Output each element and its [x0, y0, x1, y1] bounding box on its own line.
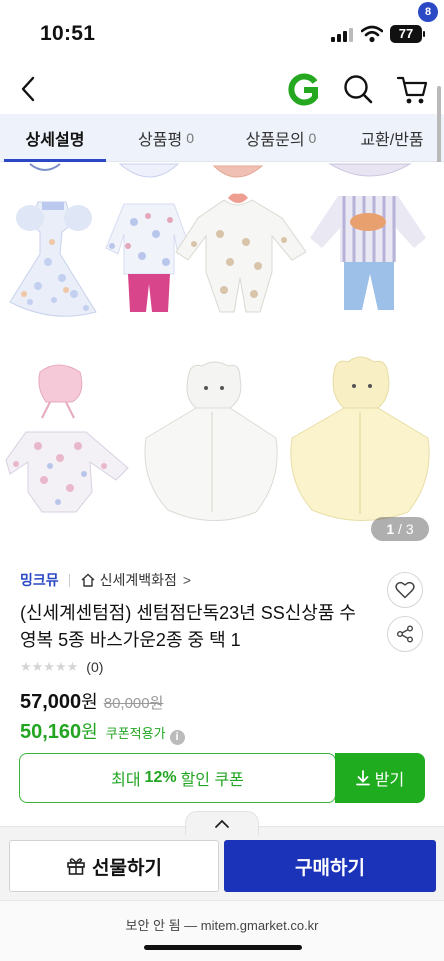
product-image-gallery[interactable] — [0, 162, 444, 548]
back-arrow-icon[interactable] — [14, 74, 44, 104]
tab-exchange-return-label: 교환/반품 — [360, 131, 424, 149]
tab-details-label: 상세설명 — [25, 131, 85, 149]
gift-button-label: 선물하기 — [92, 857, 162, 879]
store-name-link[interactable]: 신세계백화점 — [100, 570, 177, 590]
image-total-count: 3 — [405, 521, 414, 537]
store-house-icon — [81, 573, 95, 587]
store-chevron-icon: > — [182, 572, 192, 588]
coupon-download-label: 받기 — [374, 772, 405, 789]
coupon-price-row: 50,160 원 쿠폰적용가 i — [20, 718, 185, 745]
sale-price: 57,000 — [20, 691, 82, 713]
coupon-percent: 12% — [144, 769, 177, 786]
striped-top-blue-pants — [310, 163, 426, 310]
chevron-up-icon — [215, 819, 229, 828]
product-photo — [5, 163, 430, 522]
seller-row: 밍크뮤 신세계백화점 > — [20, 570, 191, 590]
rating-row[interactable]: ★★★★★ (0) — [20, 659, 103, 675]
floral-dress-item — [9, 163, 97, 317]
product-title: (신세계센텀점) 센텀점단독23년 SS신상품 수영복 5종 바스가운2종 중 … — [20, 603, 356, 650]
collapse-sheet-handle[interactable] — [185, 811, 259, 835]
white-hooded-bath-gown — [144, 361, 278, 521]
share-icon — [397, 625, 413, 643]
tab-questions-count: 0 — [308, 129, 317, 146]
browser-address-bar[interactable]: 보안 안 됨 — mitem.gmarket.co.kr — [0, 900, 444, 961]
status-time: 10:51 — [40, 22, 96, 45]
floral-swimsuit-with-bonnet — [5, 364, 129, 513]
coupon-prefix: 최대 — [111, 772, 141, 789]
price-row: 57,000 원 80,000원 — [20, 688, 163, 714]
bear-print-onesie — [175, 165, 307, 313]
search-icon[interactable] — [342, 73, 374, 105]
tab-bar: 상세설명 상품평 0 상품문의 0 교환/반품 — [0, 114, 444, 162]
image-page-counter: 1 / 3 — [371, 517, 429, 541]
coupon-suffix: 할인 쿠폰 — [180, 772, 244, 789]
seller-name-link[interactable]: 밍크뮤 — [20, 570, 59, 590]
rating-stars-icon: ★★★★★ — [20, 659, 79, 674]
tab-reviews-count: 0 — [186, 129, 194, 146]
gift-icon — [67, 858, 85, 875]
original-price: 80,000원 — [103, 695, 164, 712]
review-count: (0) — [86, 659, 104, 675]
share-button[interactable] — [387, 616, 423, 652]
buy-now-button[interactable]: 구매하기 — [224, 840, 436, 892]
seller-divider — [68, 573, 70, 587]
heart-icon — [395, 581, 415, 599]
max-discount-coupon-banner[interactable]: 최대 12% 할인 쿠폰 — [19, 753, 336, 803]
wishlist-button[interactable] — [387, 572, 423, 608]
yellow-hooded-bath-gown — [290, 356, 430, 522]
info-icon[interactable]: i — [169, 730, 185, 745]
tab-questions[interactable]: 상품문의 0 — [222, 114, 340, 161]
tab-questions-label: 상품문의 — [245, 131, 305, 149]
download-icon — [355, 770, 370, 786]
home-indicator[interactable] — [144, 945, 302, 950]
status-bar: 10:51 77 — [0, 0, 444, 66]
tab-details[interactable]: 상세설명 — [0, 114, 110, 162]
image-counter-separator: / — [394, 521, 406, 537]
floral-set-with-pink-pants — [105, 163, 191, 312]
tab-exchange-return[interactable]: 교환/반품 — [340, 114, 444, 161]
cart-icon[interactable] — [396, 74, 430, 106]
coupon-price-unit: 원 — [81, 722, 98, 742]
sale-price-unit: 원 — [81, 692, 98, 712]
coupon-applied-label: 쿠폰적용가 — [105, 726, 166, 741]
image-current-index: 1 — [386, 521, 395, 537]
cart-count-badge: 8 — [418, 2, 438, 22]
buy-button-label: 구매하기 — [295, 857, 365, 879]
tab-reviews[interactable]: 상품평 0 — [110, 114, 222, 161]
url-text[interactable]: 보안 안 됨 — mitem.gmarket.co.kr — [0, 915, 444, 934]
cellular-signal-icon — [331, 28, 353, 42]
gift-button[interactable]: 선물하기 — [9, 840, 219, 892]
wifi-icon — [361, 25, 383, 43]
top-nav — [0, 66, 444, 114]
battery-level: 77 — [398, 26, 414, 41]
gmarket-g-logo-icon[interactable] — [286, 70, 320, 110]
coupon-applied-price: 50,160 — [20, 721, 82, 743]
battery-icon: 77 — [390, 25, 425, 43]
tab-reviews-label: 상품평 — [138, 131, 183, 149]
coupon-download-button[interactable]: 받기 — [335, 753, 425, 803]
